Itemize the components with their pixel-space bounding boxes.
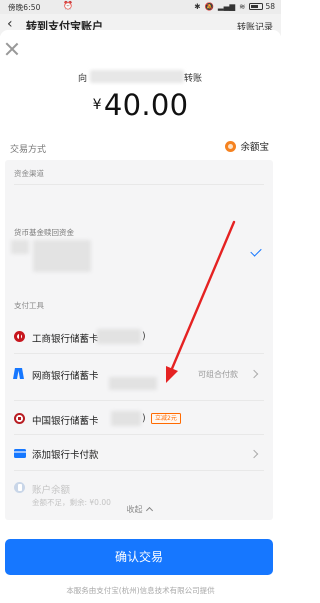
divider xyxy=(14,400,264,401)
option-add-card[interactable]: 添加银行卡付款 xyxy=(5,444,273,464)
fund-redemption-label: 货币基金赎回资金 xyxy=(14,228,74,237)
boc-card-paren: ) xyxy=(142,413,146,424)
pay-tools-title: 支付工具 xyxy=(14,301,44,310)
battery-icon xyxy=(249,3,264,10)
option-icbc-card[interactable]: 工商银行储蓄卡 ) xyxy=(5,328,273,348)
wifi-icon: ≋ xyxy=(239,2,246,11)
mybank-card-number-redacted xyxy=(109,377,157,390)
mute-icon: 🔕 xyxy=(204,2,214,11)
icbc-card-label: 工商银行储蓄卡 xyxy=(32,334,99,345)
chevron-right-icon xyxy=(249,449,259,459)
payee-prefix: 向 xyxy=(78,74,88,84)
payment-options-panel: 资金渠道 货币基金赎回资金 支付工具 工商银行储蓄卡 ) 网商银行储蓄卡 可组合… xyxy=(5,160,273,520)
payment-method-value: 余额宝 xyxy=(240,142,269,153)
discount-badge: 立减2元 xyxy=(151,413,181,424)
confirm-transaction-button[interactable]: 确认交易 xyxy=(5,539,273,575)
divider xyxy=(14,434,264,435)
status-icons: ✱ 🔕 ▂▄▆ ≋ 58 xyxy=(194,2,275,11)
alarm-icon: ⏰ xyxy=(63,1,73,10)
boc-card-number-redacted xyxy=(111,411,141,426)
collapse-toggle[interactable]: 收起 xyxy=(5,504,273,515)
amount-value: 40.00 xyxy=(103,88,189,122)
bluetooth-icon: ✱ xyxy=(194,2,201,11)
add-card-label: 添加银行卡付款 xyxy=(32,450,99,461)
collapse-label: 收起 xyxy=(126,505,143,514)
battery-level: 58 xyxy=(265,2,275,11)
divider xyxy=(14,470,264,471)
icbc-card-number-redacted xyxy=(97,329,141,344)
mybank-card-label: 网商银行储蓄卡 xyxy=(32,371,99,382)
payee-suffix: 转账 xyxy=(184,74,203,84)
icbc-bank-icon xyxy=(14,331,25,342)
battery-indicator: 58 xyxy=(249,2,275,11)
wallet-icon xyxy=(14,482,25,493)
service-provider-footer: 本服务由支付宝(杭州)信息技术有限公司提供 xyxy=(66,586,215,595)
yuebao-icon xyxy=(225,140,237,152)
funds-channel-title: 资金渠道 xyxy=(14,169,44,178)
boc-card-label: 中国银行储蓄卡 xyxy=(32,416,99,427)
transfer-amount: ¥40.00 xyxy=(0,88,281,122)
card-icon xyxy=(14,449,26,458)
status-bar: 傍晚6:50 ⏰ ✱ 🔕 ▂▄▆ ≋ 58 xyxy=(0,0,281,14)
chevron-up-icon xyxy=(145,506,153,515)
divider xyxy=(14,184,264,185)
currency-symbol: ¥ xyxy=(92,97,102,113)
payment-sheet: 向 转账 ¥40.00 交易方式 余额宝 资金渠道 货币基金赎回资金 支付工具 … xyxy=(0,30,281,603)
combine-payment-note: 可组合付款 xyxy=(198,370,238,379)
account-balance-label: 账户余额 xyxy=(32,485,71,496)
fund-detail-redacted[interactable] xyxy=(33,240,91,272)
signal-icon: ▂▄▆ xyxy=(217,2,236,11)
option-mybank-card[interactable]: 网商银行储蓄卡 可组合付款 xyxy=(5,365,273,390)
chevron-right-icon xyxy=(249,369,259,379)
payee-name-redacted xyxy=(90,70,184,83)
close-icon[interactable] xyxy=(5,42,19,56)
payment-method-label: 交易方式 xyxy=(10,145,47,155)
option-boc-card[interactable]: 中国银行储蓄卡 ) 立减2元 xyxy=(5,410,273,430)
boc-bank-icon xyxy=(14,413,25,424)
divider xyxy=(14,353,264,354)
payment-method-selector[interactable]: 余额宝 xyxy=(225,139,269,153)
selected-check-icon xyxy=(250,245,262,257)
fund-icon-redacted xyxy=(11,240,29,254)
payee-row: 向 转账 xyxy=(0,70,281,84)
mybank-icon xyxy=(13,368,25,379)
status-time: 傍晚6:50 xyxy=(8,3,41,12)
icbc-card-paren: ) xyxy=(142,331,146,342)
